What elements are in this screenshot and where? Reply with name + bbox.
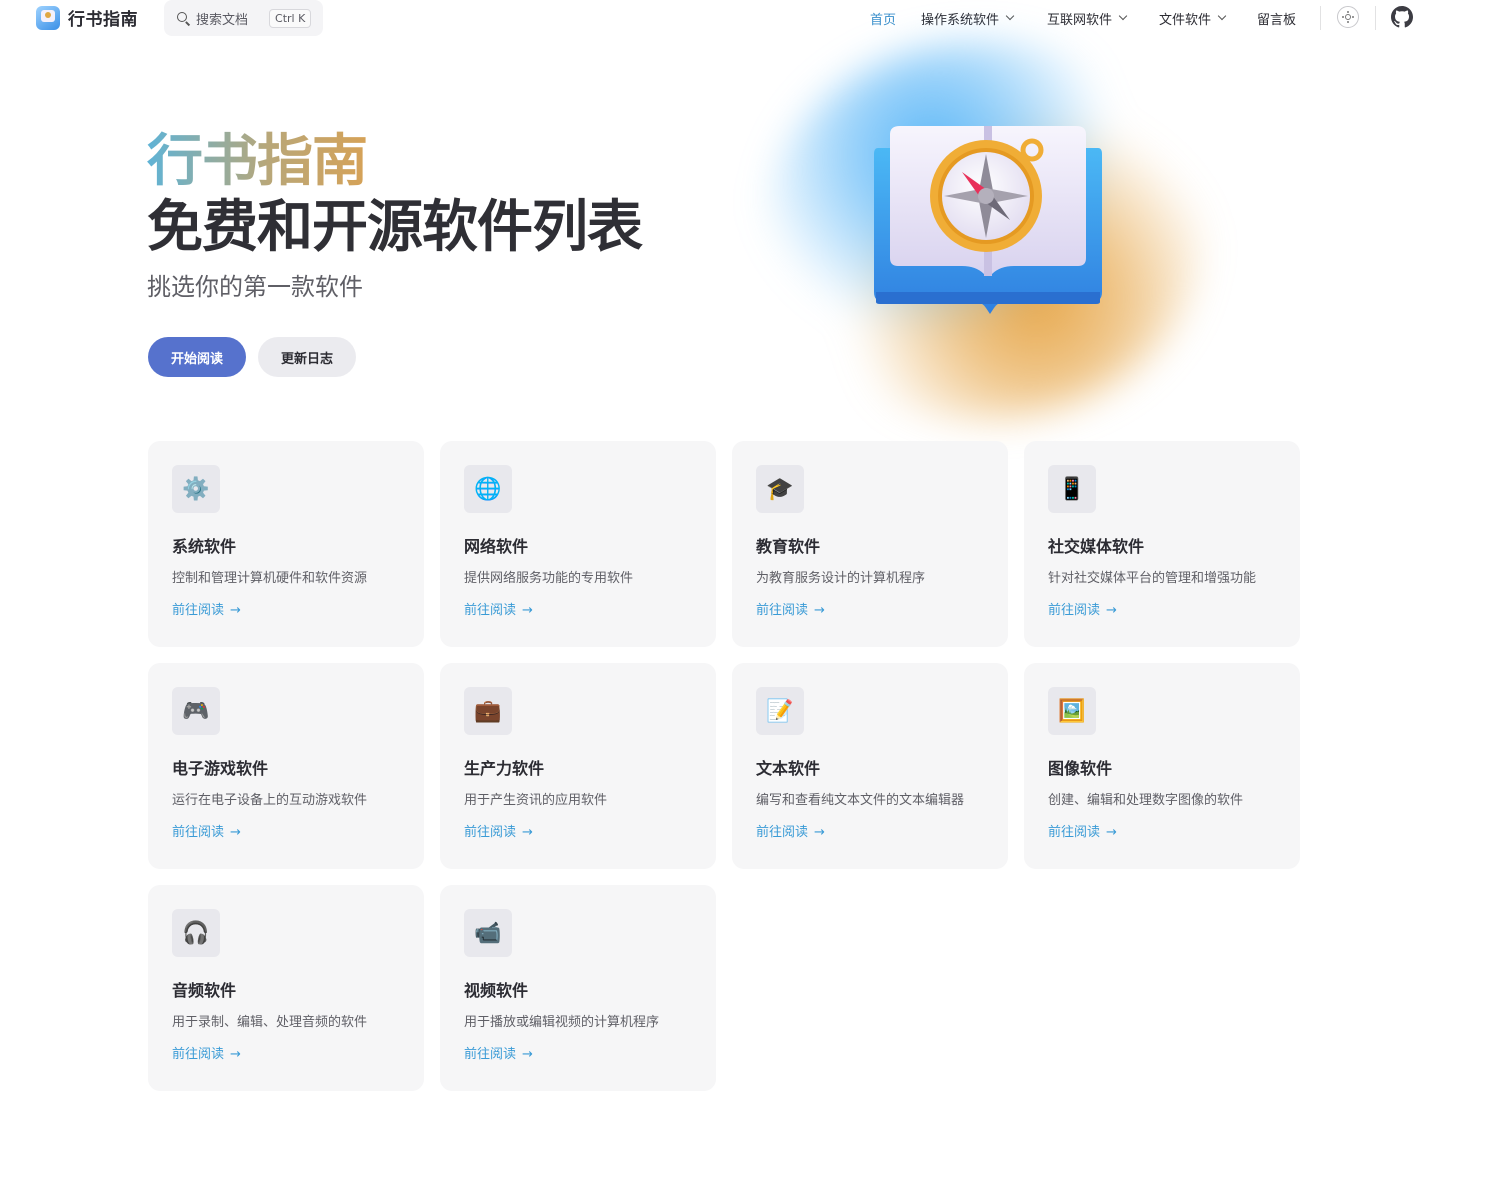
hero-tagline: 挑选你的第一款软件: [147, 273, 363, 301]
feature-link[interactable]: 前往阅读 →: [172, 1043, 400, 1067]
feature-link-label: 前往阅读: [756, 825, 809, 840]
chevron-down-icon: [1118, 11, 1128, 21]
feature-title: 社交媒体软件: [1048, 537, 1145, 556]
arrow-right-icon: →: [1106, 603, 1117, 618]
feature-title: 教育软件: [756, 537, 821, 556]
feature-title: 系统软件: [172, 537, 237, 556]
feature-link[interactable]: 前往阅读 →: [1048, 599, 1276, 623]
picture-icon: 🖼️: [1048, 687, 1096, 735]
feature-title: 视频软件: [464, 981, 529, 1000]
nav-item-label: 留言板: [1257, 12, 1297, 28]
feature-card-image[interactable]: 🖼️ 图像软件 创建、编辑和处理数字图像的软件 前往阅读 →: [1024, 663, 1300, 869]
gamepad-icon: 🎮: [172, 687, 220, 735]
feature-link-label: 前往阅读: [756, 603, 809, 618]
feature-details: 用于录制、编辑、处理音频的软件: [172, 1015, 368, 1030]
feature-link[interactable]: 前往阅读 →: [756, 599, 984, 623]
feature-link-label: 前往阅读: [1048, 603, 1101, 618]
arrow-right-icon: →: [814, 825, 825, 840]
site-brand[interactable]: 行书指南: [36, 5, 138, 30]
chevron-down-icon: [1217, 11, 1227, 21]
feature-title: 图像软件: [1048, 759, 1113, 778]
feature-card-games[interactable]: 🎮 电子游戏软件 运行在电子设备上的互动游戏软件 前往阅读 →: [148, 663, 424, 869]
feature-link-label: 前往阅读: [172, 825, 225, 840]
feature-link[interactable]: 前往阅读 →: [464, 821, 692, 845]
feature-card-system[interactable]: ⚙️ 系统软件 控制和管理计算机硬件和软件资源 前往阅读 →: [148, 441, 424, 647]
feature-link[interactable]: 前往阅读 →: [172, 599, 400, 623]
feature-card-social-media[interactable]: 📱 社交媒体软件 针对社交媒体平台的管理和增强功能 前往阅读 →: [1024, 441, 1300, 647]
chevron-down-icon: [1005, 11, 1015, 21]
site-logo-icon: [36, 5, 60, 30]
feature-card-productivity[interactable]: 💼 生产力软件 用于产生资讯的应用软件 前往阅读 →: [440, 663, 716, 869]
feature-details: 编写和查看纯文本文件的文本编辑器: [756, 793, 965, 808]
feature-details: 针对社交媒体平台的管理和增强功能: [1048, 571, 1257, 586]
feature-details: 运行在电子设备上的互动游戏软件: [172, 793, 368, 808]
feature-link-label: 前往阅读: [464, 825, 517, 840]
arrow-right-icon: →: [522, 603, 533, 618]
graduation-cap-icon: 🎓: [756, 465, 804, 513]
feature-title: 音频软件: [172, 981, 237, 1000]
briefcase-icon: 💼: [464, 687, 512, 735]
arrow-right-icon: →: [1106, 825, 1117, 840]
feature-details: 为教育服务设计的计算机程序: [756, 571, 926, 586]
feature-details: 用于产生资讯的应用软件: [464, 793, 608, 808]
feature-link-label: 前往阅读: [464, 603, 517, 618]
feature-card-education[interactable]: 🎓 教育软件 为教育服务设计的计算机程序 前往阅读 →: [732, 441, 1008, 647]
feature-link[interactable]: 前往阅读 →: [464, 599, 692, 623]
feature-link-label: 前往阅读: [172, 1047, 225, 1062]
search-label: 搜索文档: [196, 12, 249, 28]
arrow-right-icon: →: [230, 1047, 241, 1062]
phone-icon: 📱: [1048, 465, 1096, 513]
arrow-right-icon: →: [230, 603, 241, 618]
search-button[interactable]: 搜索文档 Ctrl K: [164, 0, 323, 36]
nav-divider: [1375, 6, 1376, 30]
feature-title: 电子游戏软件: [172, 759, 269, 778]
feature-details: 用于播放或编辑视频的计算机程序: [464, 1015, 660, 1030]
video-camera-icon: 📹: [464, 909, 512, 957]
feature-link[interactable]: 前往阅读 →: [464, 1043, 692, 1067]
hero-image: [734, 20, 1246, 440]
search-icon: [177, 11, 190, 25]
search-shortcut-key: Ctrl K: [269, 8, 312, 28]
feature-card-text[interactable]: 📝 文本软件 编写和查看纯文本文件的文本编辑器 前往阅读 →: [732, 663, 1008, 869]
gear-icon: ⚙️: [172, 465, 220, 513]
feature-details: 控制和管理计算机硬件和软件资源: [172, 571, 368, 586]
nav-item-guestbook[interactable]: 留言板: [1257, 0, 1296, 36]
feature-card-video[interactable]: 📹 视频软件 用于播放或编辑视频的计算机程序 前往阅读 →: [440, 885, 716, 1091]
feature-details: 提供网络服务功能的专用软件: [464, 571, 634, 586]
feature-title: 生产力软件: [464, 759, 545, 778]
feature-link-label: 前往阅读: [464, 1047, 517, 1062]
start-reading-button[interactable]: 开始阅读: [148, 337, 246, 377]
arrow-right-icon: →: [522, 825, 533, 840]
book-compass-icon: [874, 126, 1102, 314]
feature-link[interactable]: 前往阅读 →: [1048, 821, 1276, 845]
feature-link[interactable]: 前往阅读 →: [172, 821, 400, 845]
feature-link-label: 前往阅读: [1048, 825, 1101, 840]
memo-icon: 📝: [756, 687, 804, 735]
sun-icon: [1345, 14, 1351, 20]
arrow-right-icon: →: [814, 603, 825, 618]
arrow-right-icon: →: [230, 825, 241, 840]
feature-link-label: 前往阅读: [172, 603, 225, 618]
feature-title: 文本软件: [756, 759, 821, 778]
arrow-right-icon: →: [522, 1047, 533, 1062]
feature-card-network[interactable]: 🌐 网络软件 提供网络服务功能的专用软件 前往阅读 →: [440, 441, 716, 647]
feature-card-audio[interactable]: 🎧 音频软件 用于录制、编辑、处理音频的软件 前往阅读 →: [148, 885, 424, 1091]
github-icon: [1391, 6, 1413, 28]
site-title: 行书指南: [68, 10, 138, 30]
hero-name: 行书指南: [147, 129, 368, 194]
hero-text: 免费和开源软件列表: [147, 195, 643, 260]
theme-toggle-button[interactable]: [1337, 6, 1359, 28]
changelog-button[interactable]: 更新日志: [258, 337, 356, 377]
nav-divider: [1320, 6, 1321, 30]
github-link[interactable]: [1391, 6, 1413, 28]
feature-details: 创建、编辑和处理数字图像的软件: [1048, 793, 1244, 808]
globe-icon: 🌐: [464, 465, 512, 513]
feature-title: 网络软件: [464, 537, 529, 556]
headphones-icon: 🎧: [172, 909, 220, 957]
feature-link[interactable]: 前往阅读 →: [756, 821, 984, 845]
